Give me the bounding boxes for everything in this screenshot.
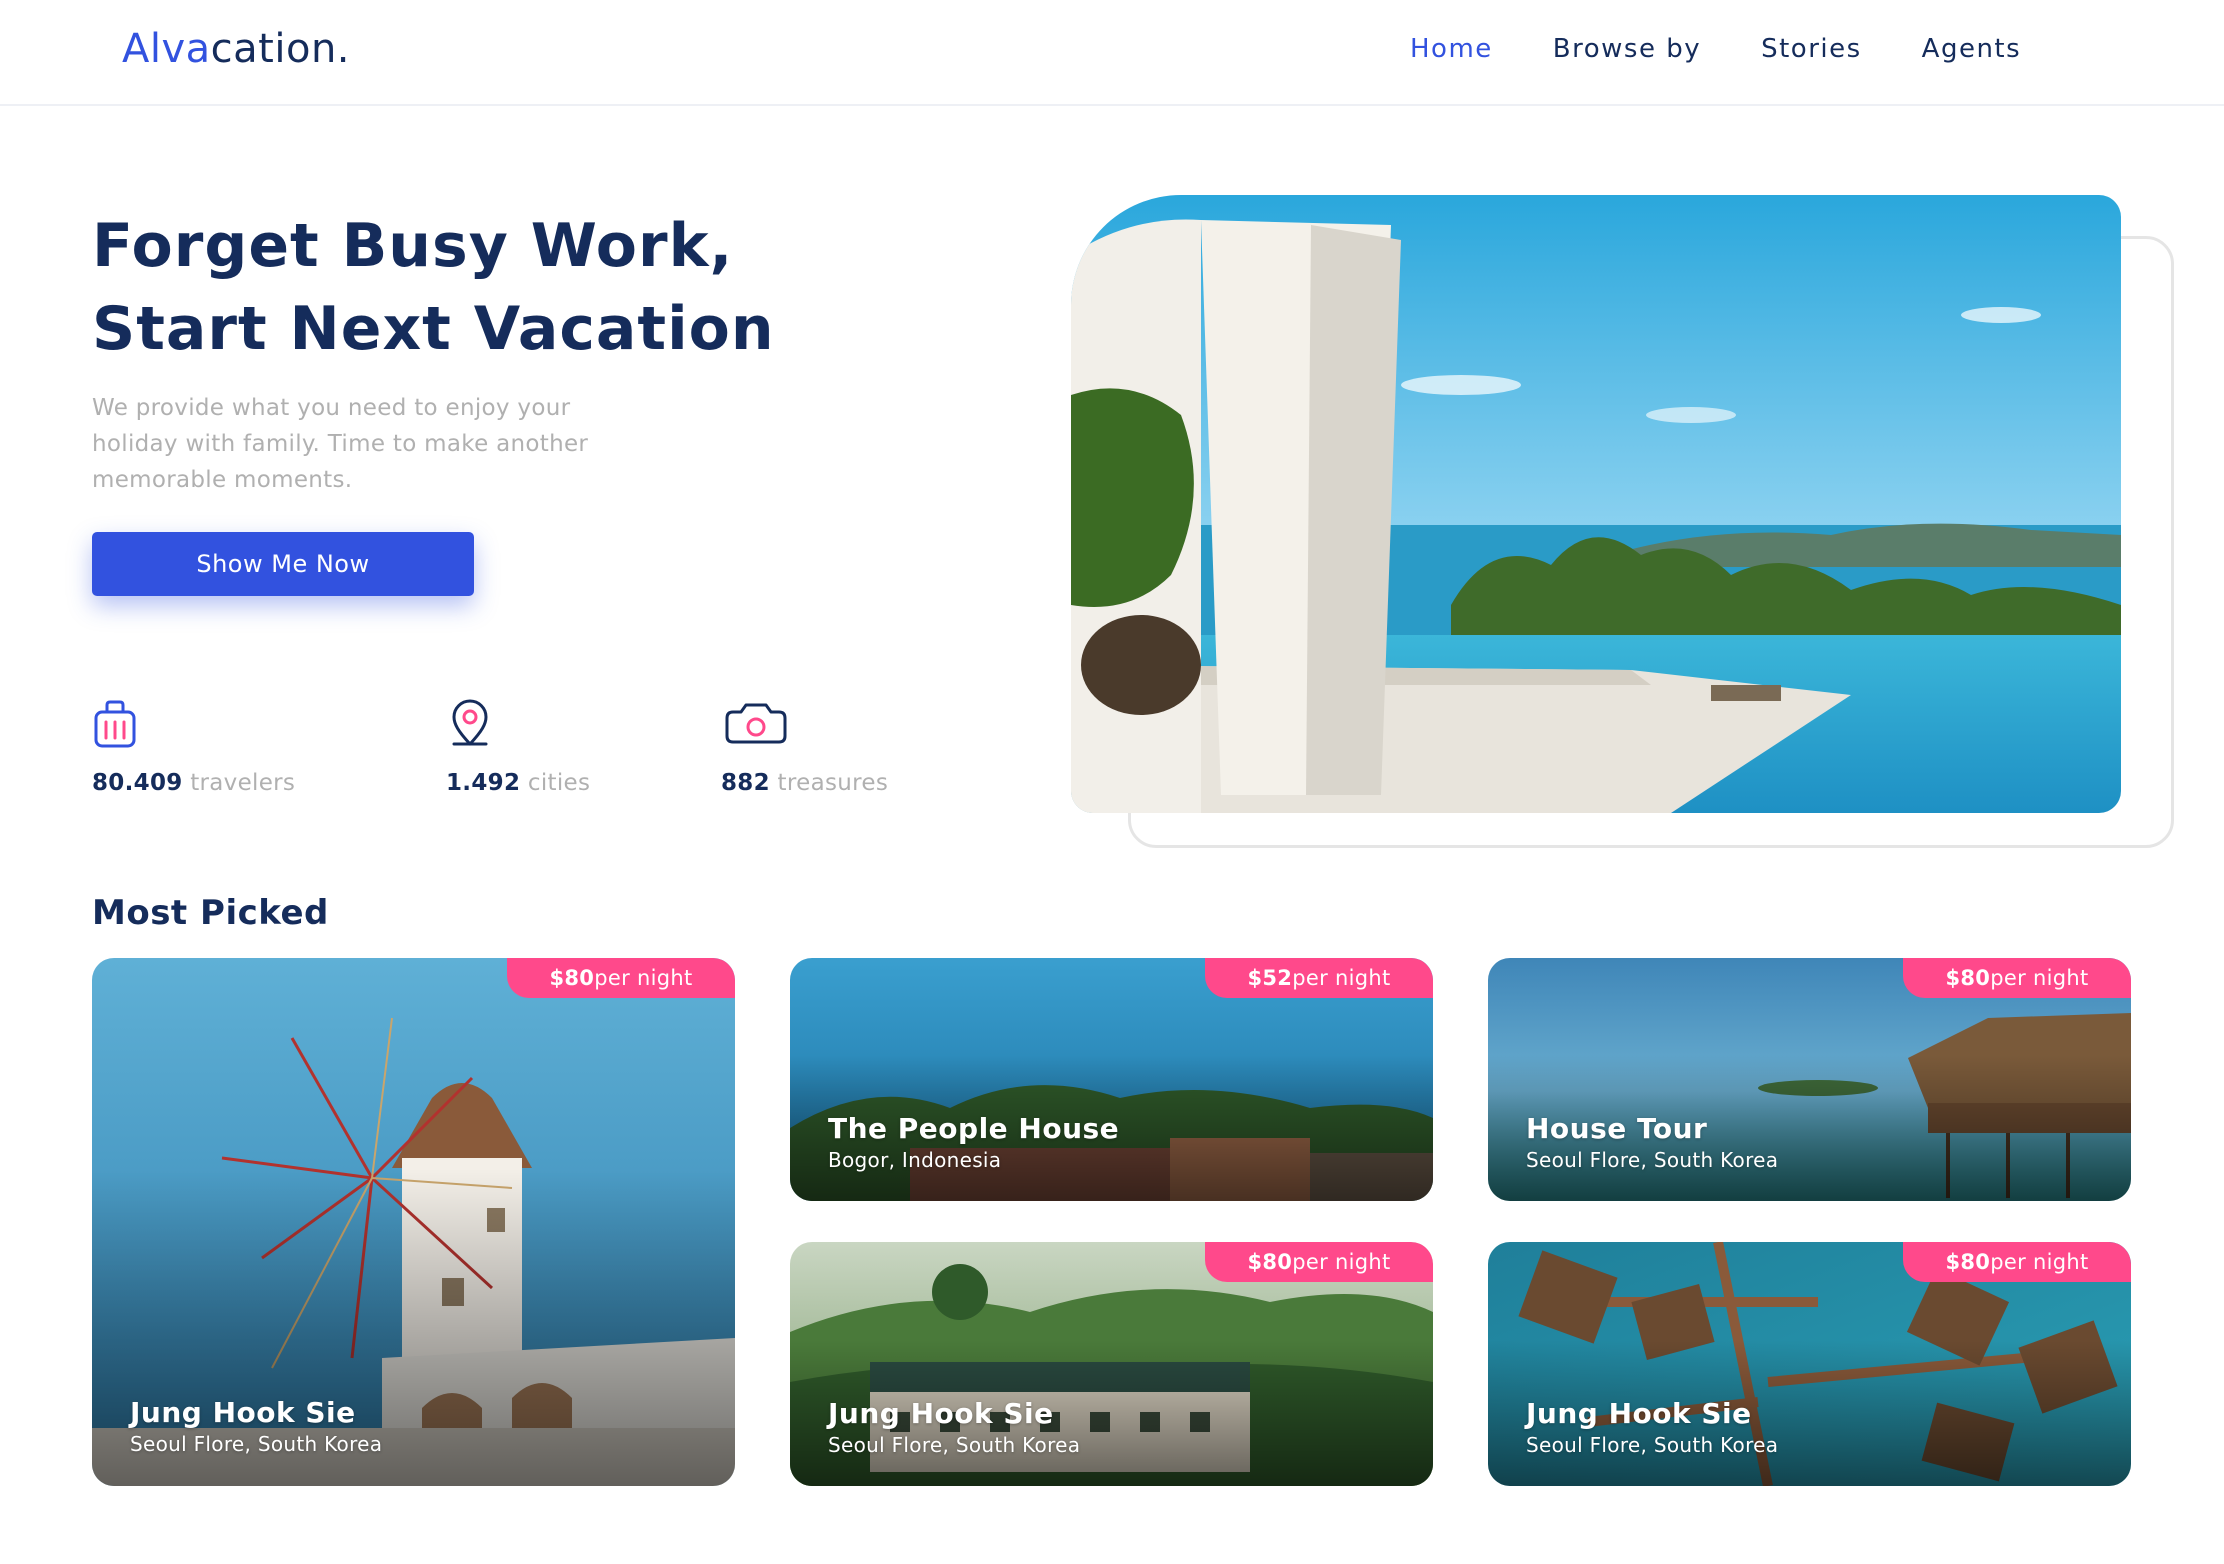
stat-treasures-text: 882 treasures	[721, 770, 888, 796]
hero-desc-line-3: memorable moments.	[92, 467, 353, 493]
card-name: Jung Hook Sie	[1526, 1397, 1752, 1430]
card-name: House Tour	[1526, 1112, 1708, 1145]
price-amount: $80	[549, 966, 595, 990]
price-badge: $80 per night	[1903, 958, 2131, 998]
most-picked-title: Most Picked	[92, 893, 329, 933]
stat-travelers-text: 80.409 travelers	[92, 770, 295, 796]
price-badge: $80 per night	[507, 958, 735, 998]
logo-accent-text: Alva	[122, 26, 211, 72]
property-card[interactable]: $80 per night Jung Hook Sie Seoul Flore, …	[92, 958, 735, 1486]
hero-desc-line-1: We provide what you need to enjoy your	[92, 395, 571, 421]
stat-travelers-value: 80.409	[92, 770, 183, 796]
card-name: Jung Hook Sie	[828, 1397, 1054, 1430]
card-location: Seoul Flore, South Korea	[828, 1433, 1081, 1457]
card-name: The People House	[828, 1112, 1120, 1145]
hero-description: We provide what you need to enjoy your h…	[92, 390, 742, 498]
property-card[interactable]: $80 per night Jung Hook Sie Seoul Flore, …	[790, 1242, 1433, 1486]
price-unit: per night	[1292, 1250, 1391, 1274]
camera-icon	[725, 703, 787, 744]
hero-title: Forget Busy Work, Start Next Vacation	[92, 205, 992, 371]
stat-travelers-label: travelers	[190, 770, 296, 796]
property-card[interactable]: $52 per night The People House Bogor, Ind…	[790, 958, 1433, 1201]
stat-cities-text: 1.492 cities	[446, 770, 590, 796]
stat-treasures-value: 882	[721, 770, 770, 796]
logo-rest-text: cation.	[210, 26, 351, 72]
hero-desc-line-2: holiday with family. Time to make anothe…	[92, 431, 589, 457]
card-location: Seoul Flore, South Korea	[1526, 1433, 1779, 1457]
property-card[interactable]: $80 per night Jung Hook Sie Seoul Flore, …	[1488, 1242, 2131, 1486]
stat-treasures-label: treasures	[777, 770, 889, 796]
stat-travelers: 80.409 travelers	[92, 698, 295, 796]
nav-browse-by[interactable]: Browse by	[1553, 34, 1701, 64]
price-unit: per night	[594, 966, 693, 990]
price-amount: $80	[1247, 1250, 1293, 1274]
price-badge: $80 per night	[1903, 1242, 2131, 1282]
card-name: Jung Hook Sie	[130, 1396, 356, 1429]
price-unit: per night	[1292, 966, 1391, 990]
card-location: Seoul Flore, South Korea	[130, 1432, 383, 1456]
price-amount: $80	[1945, 1250, 1991, 1274]
price-badge: $52 per night	[1205, 958, 1433, 998]
price-amount: $80	[1945, 966, 1991, 990]
card-location: Seoul Flore, South Korea	[1526, 1148, 1779, 1172]
nav-agents[interactable]: Agents	[1922, 34, 2022, 64]
stat-cities-label: cities	[527, 770, 591, 796]
stat-cities-value: 1.492	[446, 770, 521, 796]
nav-home[interactable]: Home	[1410, 34, 1493, 64]
stat-treasures: 882 treasures	[721, 698, 888, 796]
site-header: Alvacation. Home Browse by Stories Agent…	[0, 0, 2224, 106]
price-amount: $52	[1247, 966, 1293, 990]
price-unit: per night	[1990, 1250, 2089, 1274]
property-card[interactable]: $80 per night House Tour Seoul Flore, Sou…	[1488, 958, 2131, 1201]
hero-image	[1071, 195, 2121, 813]
card-location: Bogor, Indonesia	[828, 1148, 1002, 1172]
price-unit: per night	[1990, 966, 2089, 990]
brand-logo[interactable]: Alvacation.	[122, 26, 350, 72]
location-pin-icon	[452, 699, 488, 746]
price-badge: $80 per night	[1205, 1242, 1433, 1282]
show-me-now-button[interactable]: Show Me Now	[92, 532, 474, 596]
hero-title-line-2: Start Next Vacation	[92, 294, 775, 364]
stat-cities: 1.492 cities	[446, 698, 590, 796]
nav-stories[interactable]: Stories	[1761, 34, 1862, 64]
hero-title-line-1: Forget Busy Work,	[92, 211, 734, 281]
suitcase-icon	[94, 700, 136, 748]
main-nav: Home Browse by Stories Agents	[1410, 34, 2081, 64]
